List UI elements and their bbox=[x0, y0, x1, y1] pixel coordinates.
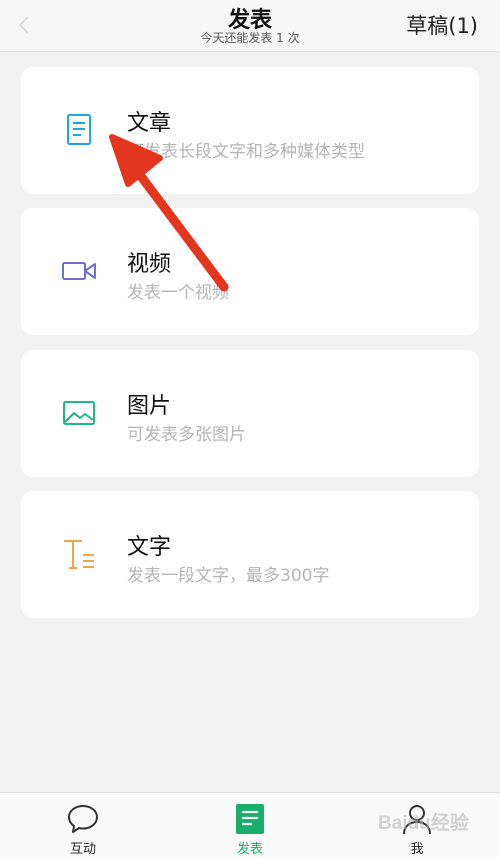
option-card-text[interactable]: 文字 发表一段文字，最多300字 bbox=[21, 491, 479, 618]
article-icon bbox=[61, 112, 97, 148]
chat-bubble-icon bbox=[67, 803, 99, 835]
video-icon bbox=[61, 253, 97, 289]
image-icon bbox=[61, 395, 97, 431]
tab-publish[interactable]: 发表 bbox=[195, 793, 305, 857]
drafts-button[interactable]: 草稿(1) bbox=[406, 10, 478, 40]
option-title: 文字 bbox=[127, 535, 172, 560]
tab-label: 互动 bbox=[69, 842, 96, 857]
option-card-video[interactable]: 视频 发表一个视频 bbox=[21, 208, 479, 335]
publish-icon bbox=[234, 803, 266, 835]
app-root: 发表 今天还能发表 1 次 草稿(1) 文章 可发表长段文字和多种媒体类型 视频… bbox=[0, 0, 500, 857]
tab-interaction[interactable]: 互动 bbox=[28, 793, 138, 857]
tab-label: 发表 bbox=[236, 842, 263, 857]
option-description: 发表一个视频 bbox=[127, 283, 229, 303]
option-description: 可发表长段文字和多种媒体类型 bbox=[127, 142, 365, 162]
option-description: 可发表多张图片 bbox=[127, 425, 246, 445]
option-title: 文章 bbox=[127, 111, 172, 136]
watermark-text: Baidu经验 bbox=[378, 813, 469, 834]
option-title: 图片 bbox=[127, 394, 172, 419]
text-icon bbox=[61, 536, 97, 572]
top-bar: 发表 今天还能发表 1 次 草稿(1) bbox=[0, 0, 500, 52]
tab-label: 我 bbox=[410, 842, 424, 857]
baidu-watermark: Baidu经验 bbox=[378, 808, 478, 838]
option-card-image[interactable]: 图片 可发表多张图片 bbox=[21, 350, 479, 477]
option-title: 视频 bbox=[127, 252, 172, 277]
option-card-article[interactable]: 文章 可发表长段文字和多种媒体类型 bbox=[21, 67, 479, 194]
option-description: 发表一段文字，最多300字 bbox=[127, 566, 330, 586]
